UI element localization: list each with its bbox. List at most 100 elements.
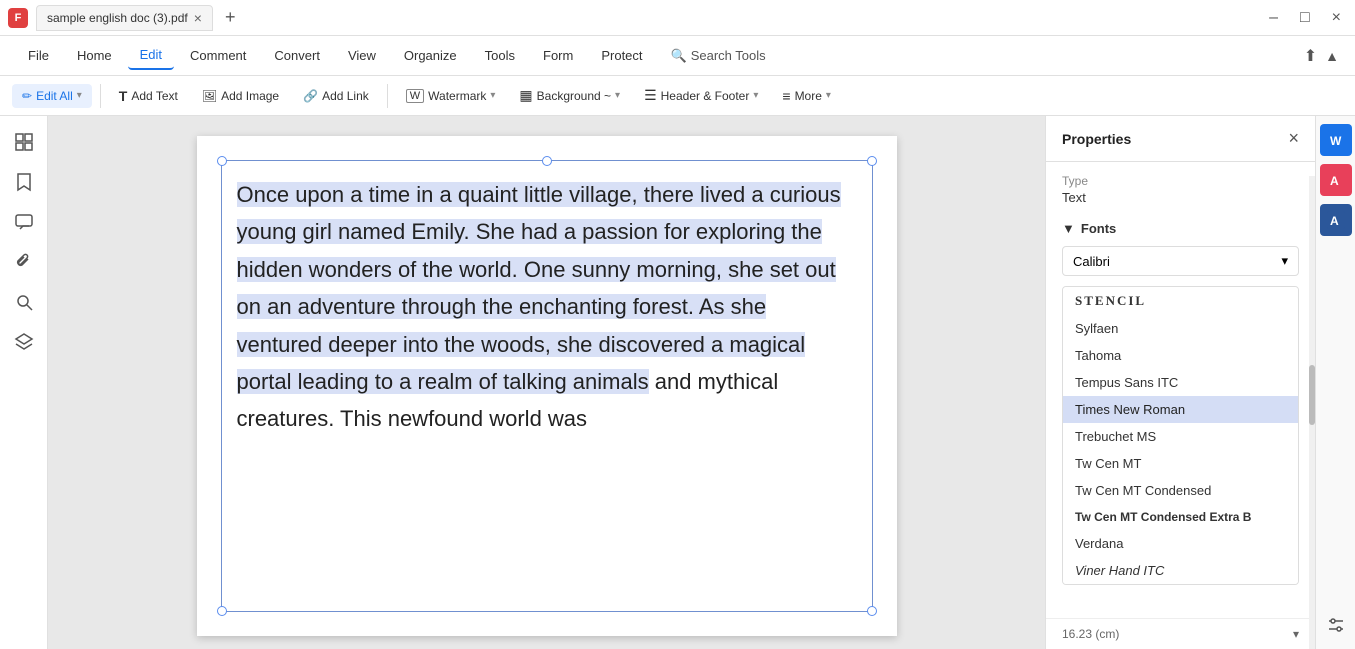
font-item-tw-cen-mt[interactable]: Tw Cen MT	[1063, 450, 1298, 477]
type-section: Type Text	[1062, 174, 1299, 205]
pdf-page: Once upon a time in a quaint little vill…	[197, 136, 897, 636]
type-value: Text	[1062, 190, 1299, 205]
panel-dimension: 16.23 (cm) ▾	[1046, 618, 1315, 649]
resize-handle-tr[interactable]	[867, 156, 877, 166]
resize-handle-br[interactable]	[867, 606, 877, 616]
title-bar-right: – □ ×	[1263, 9, 1347, 27]
menu-form[interactable]: Form	[531, 42, 585, 69]
menu-protect[interactable]: Protect	[589, 42, 654, 69]
font-dropdown[interactable]: Calibri ▾	[1062, 246, 1299, 276]
add-image-button[interactable]: 🖼 Add Image	[192, 84, 289, 108]
menu-right: ⬆ ▲	[1304, 46, 1339, 66]
toolbar: ✏ Edit All ▾ T Add Text 🖼 Add Image 🔗 Ad…	[0, 76, 1355, 116]
highlighted-text: Once upon a time in a quaint little vill…	[237, 182, 841, 394]
tab-label: sample english doc (3).pdf	[47, 11, 188, 25]
properties-panel: Properties × Type Text ▼ Fonts Calibri ▾…	[1045, 116, 1315, 649]
edit-icon: ✏	[22, 89, 32, 103]
panel-title: Properties	[1062, 131, 1131, 147]
fonts-section: ▼ Fonts Calibri ▾ STENCIL Sylfaen Tahoma…	[1062, 221, 1299, 585]
font-dropdown-arrow: ▾	[1281, 253, 1288, 269]
svg-text:A: A	[1330, 174, 1339, 188]
sidebar-item-layers[interactable]	[6, 324, 42, 360]
header-footer-arrow: ▾	[753, 90, 758, 101]
watermark-icon: W	[406, 89, 424, 103]
scrollbar-thumb[interactable]	[1309, 365, 1315, 425]
main-layout: Once upon a time in a quaint little vill…	[0, 116, 1355, 649]
menu-convert[interactable]: Convert	[262, 42, 332, 69]
fonts-section-header[interactable]: ▼ Fonts	[1062, 221, 1299, 236]
fonts-arrow-icon: ▼	[1062, 221, 1075, 236]
edit-all-arrow: ▾	[77, 90, 82, 101]
background-icon: ▦	[519, 87, 532, 104]
ms-icon-button[interactable]: A	[1320, 204, 1352, 236]
more-arrow: ▾	[826, 90, 831, 101]
resize-handle-tl[interactable]	[217, 156, 227, 166]
font-item-stencil[interactable]: STENCIL	[1063, 287, 1298, 315]
menu-search-tools[interactable]: 🔍 Search Tools	[659, 42, 778, 70]
watermark-button[interactable]: W Watermark ▾	[396, 84, 506, 108]
fonts-label: Fonts	[1081, 221, 1116, 236]
font-item-verdana[interactable]: Verdana	[1063, 530, 1298, 557]
sidebar-item-attachments[interactable]	[6, 244, 42, 280]
menu-home[interactable]: Home	[65, 42, 124, 69]
font-item-tahoma[interactable]: Tahoma	[1063, 342, 1298, 369]
font-item-tw-cen-condensed[interactable]: Tw Cen MT Condensed	[1063, 477, 1298, 504]
panel-header: Properties ×	[1046, 116, 1315, 162]
font-item-viner-hand[interactable]: Viner Hand ITC	[1063, 557, 1298, 584]
upload-icon[interactable]: ⬆	[1304, 46, 1317, 66]
sidebar-item-bookmarks[interactable]	[6, 164, 42, 200]
word-icon-button[interactable]: W	[1320, 124, 1352, 156]
chevron-up-icon[interactable]: ▲	[1325, 48, 1339, 64]
right-icons-panel: W A A	[1315, 116, 1355, 649]
tab-close[interactable]: ×	[194, 10, 202, 26]
menu-view[interactable]: View	[336, 42, 388, 69]
add-link-button[interactable]: 🔗 Add Link	[293, 84, 379, 108]
menu-file[interactable]: File	[16, 42, 61, 69]
more-button[interactable]: ≡ More ▾	[772, 83, 841, 109]
menu-edit[interactable]: Edit	[128, 41, 174, 70]
menu-organize[interactable]: Organize	[392, 42, 469, 69]
image-icon: 🖼	[202, 89, 217, 103]
separator-2	[387, 84, 388, 108]
font-item-trebuchet[interactable]: Trebuchet MS	[1063, 423, 1298, 450]
search-icon: 🔍	[671, 48, 687, 64]
type-label: Type	[1062, 174, 1299, 188]
link-icon: 🔗	[303, 89, 318, 103]
dimension-arrow: ▾	[1293, 627, 1299, 641]
font-item-times-new-roman[interactable]: Times New Roman	[1063, 396, 1298, 423]
font-item-sylfaen[interactable]: Sylfaen	[1063, 315, 1298, 342]
maximize-button[interactable]: □	[1294, 9, 1316, 27]
menu-bar: File Home Edit Comment Convert View Orga…	[0, 36, 1355, 76]
header-footer-icon: ☰	[644, 87, 657, 104]
resize-handle-bl[interactable]	[217, 606, 227, 616]
adjustments-icon-button[interactable]	[1320, 609, 1352, 641]
tab-item[interactable]: sample english doc (3).pdf ×	[36, 5, 213, 31]
canvas-area[interactable]: Once upon a time in a quaint little vill…	[48, 116, 1045, 649]
sidebar	[0, 116, 48, 649]
menu-tools[interactable]: Tools	[473, 42, 527, 69]
sidebar-item-search[interactable]	[6, 284, 42, 320]
background-button[interactable]: ▦ Background ~ ▾	[509, 82, 630, 109]
sidebar-item-thumbnails[interactable]	[6, 124, 42, 160]
resize-handle-top[interactable]	[542, 156, 552, 166]
add-text-button[interactable]: T Add Text	[109, 83, 188, 109]
scrollbar-track[interactable]	[1309, 176, 1315, 649]
panel-close-button[interactable]: ×	[1288, 128, 1299, 149]
font-item-tw-cen-extra-b[interactable]: Tw Cen MT Condensed Extra B	[1063, 504, 1298, 530]
sidebar-item-comments[interactable]	[6, 204, 42, 240]
minimize-button[interactable]: –	[1263, 9, 1284, 27]
header-footer-button[interactable]: ☰ Header & Footer ▾	[634, 82, 768, 109]
title-bar: F sample english doc (3).pdf × + – □ ×	[0, 0, 1355, 36]
menu-comment[interactable]: Comment	[178, 42, 258, 69]
close-window-button[interactable]: ×	[1326, 9, 1347, 27]
ai-assist-icon-button[interactable]: A	[1320, 164, 1352, 196]
separator-1	[100, 84, 101, 108]
svg-text:W: W	[1330, 134, 1342, 148]
font-item-tempus-sans[interactable]: Tempus Sans ITC	[1063, 369, 1298, 396]
svg-text:A: A	[1330, 214, 1339, 228]
edit-all-button[interactable]: ✏ Edit All ▾	[12, 84, 92, 108]
new-tab-button[interactable]: +	[221, 7, 240, 28]
font-list: STENCIL Sylfaen Tahoma Tempus Sans ITC T…	[1062, 286, 1299, 585]
pdf-text-content: Once upon a time in a quaint little vill…	[237, 176, 857, 438]
background-arrow: ▾	[615, 90, 620, 101]
